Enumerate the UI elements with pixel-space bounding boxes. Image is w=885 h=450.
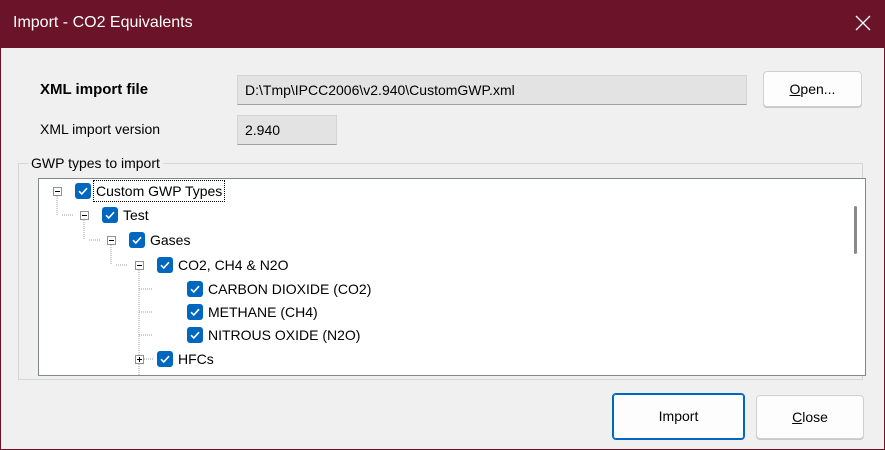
tree-collapse-icon[interactable] (135, 261, 144, 270)
checkbox-checked-icon[interactable] (102, 207, 118, 223)
xml-import-file-field: D:\Tmp\IPCC2006\v2.940\CustomGWP.xml (237, 75, 747, 105)
xml-import-file-label: XML import file (40, 81, 149, 98)
close-button[interactable]: Close (756, 395, 864, 439)
tree-node-hfcs[interactable]: HFCs (176, 349, 216, 369)
open-button[interactable]: Open... (763, 71, 862, 107)
tree-collapse-icon[interactable] (80, 211, 89, 220)
tree-node-gases[interactable]: Gases (148, 230, 192, 250)
tree-node-carbon-dioxide[interactable]: CARBON DIOXIDE (CO2) (206, 279, 373, 299)
tree-node-nitrous-oxide[interactable]: NITROUS OXIDE (N2O) (206, 325, 362, 345)
xml-import-version-label: XML import version (40, 121, 161, 137)
gwp-types-legend: GWP types to import (28, 155, 163, 171)
tree-node-test[interactable]: Test (121, 205, 151, 225)
tree-collapse-icon[interactable] (107, 236, 116, 245)
checkbox-checked-icon[interactable] (157, 351, 173, 367)
checkbox-checked-icon[interactable] (187, 304, 203, 320)
tree-node-custom-gwp-types[interactable]: Custom GWP Types (92, 180, 226, 202)
import-dialog: Import - CO2 Equivalents XML import file… (0, 0, 885, 450)
tree-node-methane[interactable]: METHANE (CH4) (206, 302, 320, 322)
title-bar[interactable]: Import - CO2 Equivalents (1, 0, 884, 48)
checkbox-checked-icon[interactable] (75, 183, 91, 199)
tree-connector-lines (56, 196, 153, 375)
close-icon (855, 15, 871, 31)
checkbox-checked-icon[interactable] (157, 257, 173, 273)
tree-collapse-icon[interactable] (53, 187, 62, 196)
close-button-label: lose (802, 409, 828, 425)
vertical-scrollbar-thumb[interactable] (854, 206, 857, 254)
tree-node-co2-ch4-n2o[interactable]: CO2, CH4 & N2O (176, 255, 290, 275)
open-button-label: pen... (800, 81, 836, 97)
close-window-button[interactable] (848, 8, 878, 38)
tree-expand-icon[interactable] (135, 355, 144, 364)
open-button-mnemonic: O (789, 81, 801, 97)
xml-import-version-field: 2.940 (237, 115, 337, 145)
checkbox-checked-icon[interactable] (187, 327, 203, 343)
checkbox-checked-icon[interactable] (129, 232, 145, 248)
checkbox-checked-icon[interactable] (187, 281, 203, 297)
close-button-mnemonic: C (792, 409, 803, 425)
window-title: Import - CO2 Equivalents (13, 14, 193, 31)
import-button[interactable]: Import (612, 393, 745, 440)
gwp-types-tree[interactable]: Custom GWP Types Test Gases CO2, CH4 & N… (38, 178, 866, 376)
